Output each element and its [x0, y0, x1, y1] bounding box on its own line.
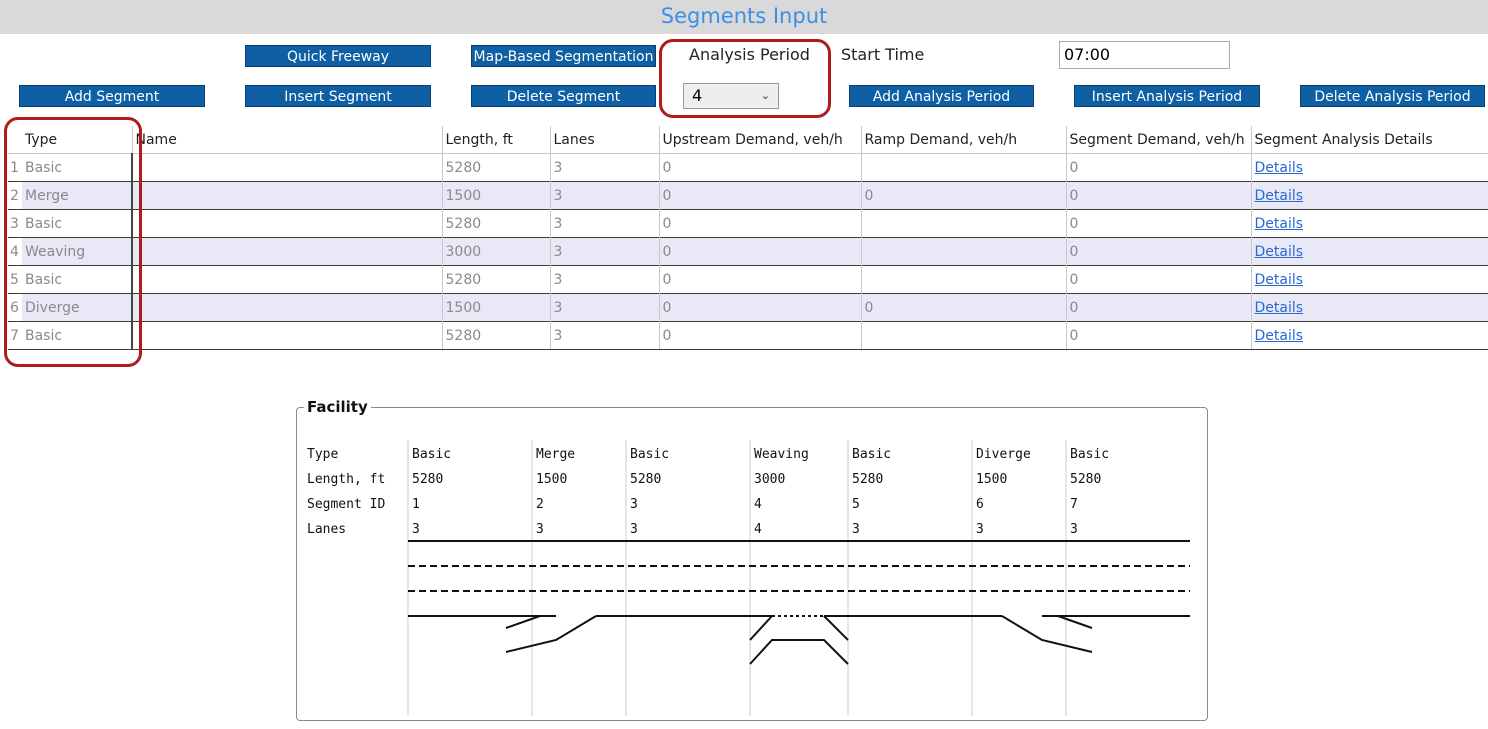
merge-ramp — [505, 615, 597, 653]
weaving-ramp-lower — [749, 639, 849, 665]
diverge-ramp — [1001, 615, 1093, 653]
weaving-off-ramp — [823, 615, 849, 641]
facility-diagram — [407, 440, 1190, 716]
weaving-on-ramp — [749, 615, 773, 641]
diverge-ramp-gore — [1057, 615, 1093, 629]
roadway-lines — [408, 540, 1190, 665]
segment-dividers — [407, 440, 1067, 716]
merge-ramp-gore — [505, 615, 541, 629]
